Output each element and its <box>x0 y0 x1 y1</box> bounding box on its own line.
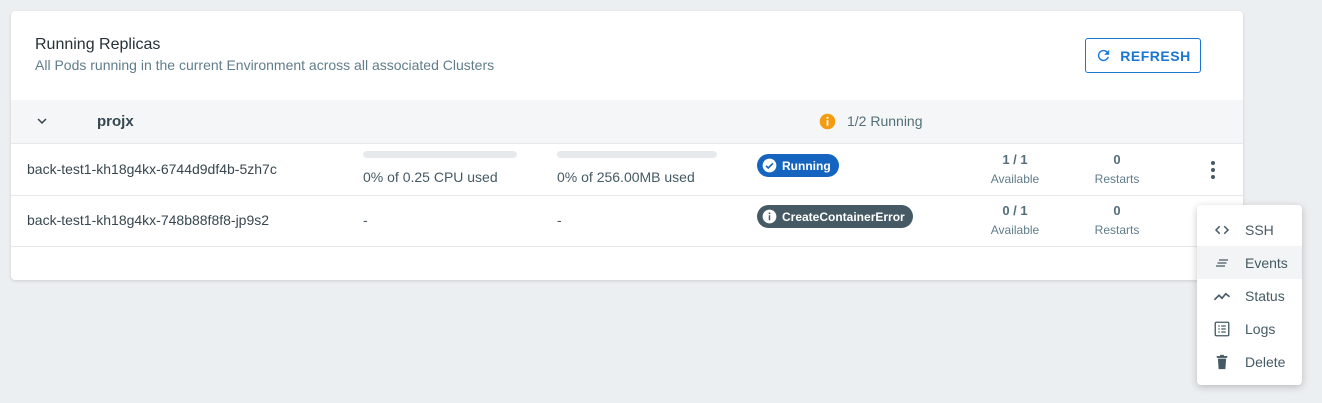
menu-item-events[interactable]: Events <box>1197 246 1302 279</box>
menu-item-label: SSH <box>1245 222 1274 238</box>
available-label: Available <box>990 172 1040 186</box>
trash-icon <box>1216 354 1228 370</box>
code-icon <box>1214 225 1230 235</box>
memory-usage-bar <box>557 151 717 158</box>
info-circle-icon <box>819 113 836 130</box>
refresh-button[interactable]: REFRESH <box>1085 38 1201 73</box>
available-value: 1 / 1 <box>1002 152 1028 167</box>
card-subtitle: All Pods running in the current Environm… <box>35 57 495 73</box>
available-value: 0 / 1 <box>1002 203 1028 218</box>
trend-line-icon <box>1213 292 1231 301</box>
status-badge: CreateContainerError <box>757 205 913 228</box>
menu-item-label: Delete <box>1245 354 1286 370</box>
status-badge-label: CreateContainerError <box>782 209 905 224</box>
cluster-group-row[interactable]: projx 1/2 Running <box>11 100 1243 144</box>
card-title: Running Replicas <box>35 36 161 53</box>
available-label: Available <box>990 223 1040 237</box>
menu-item-logs[interactable]: Logs <box>1197 312 1302 345</box>
more-vert-icon[interactable] <box>1204 160 1222 180</box>
group-status: 1/2 Running <box>847 113 923 129</box>
cpu-usage-text: - <box>363 212 368 228</box>
status-badge-label: Running <box>782 158 831 173</box>
restarts-metric: 0 Restarts <box>1077 203 1157 237</box>
available-metric: 0 / 1 Available <box>975 203 1055 237</box>
restarts-value: 0 <box>1113 203 1121 218</box>
status-badge: Running <box>757 154 839 177</box>
menu-item-ssh[interactable]: SSH <box>1197 213 1302 246</box>
chevron-down-icon[interactable] <box>33 112 51 130</box>
table-row: back-test1-kh18g4kx-6744d9df4b-5zh7c 0% … <box>11 144 1243 196</box>
group-name: projx <box>97 113 134 130</box>
menu-item-status[interactable]: Status <box>1197 279 1302 312</box>
restarts-value: 0 <box>1113 152 1121 167</box>
restarts-label: Restarts <box>1094 172 1140 186</box>
menu-item-label: Events <box>1245 255 1288 271</box>
pod-name: back-test1-kh18g4kx-6744d9df4b-5zh7c <box>27 161 277 177</box>
notes-icon <box>1216 259 1228 267</box>
info-circle-icon <box>762 209 777 224</box>
memory-usage-text: 0% of 256.00MB used <box>557 169 695 185</box>
cpu-usage-bar <box>363 151 517 158</box>
refresh-button-label: REFRESH <box>1120 47 1191 64</box>
cpu-usage-text: 0% of 0.25 CPU used <box>363 169 498 185</box>
check-circle-icon <box>762 158 777 173</box>
pod-name: back-test1-kh18g4kx-748b88f8f8-jp9s2 <box>27 212 270 228</box>
menu-item-label: Status <box>1245 288 1285 304</box>
restarts-label: Restarts <box>1094 223 1140 237</box>
restarts-metric: 0 Restarts <box>1077 152 1157 186</box>
pod-actions-menu: SSH Events Status Logs Delete <box>1197 205 1302 385</box>
refresh-icon <box>1098 49 1110 62</box>
table-row: back-test1-kh18g4kx-748b88f8f8-jp9s2 - -… <box>11 195 1243 247</box>
running-replicas-card: Running Replicas All Pods running in the… <box>11 11 1243 280</box>
menu-item-label: Logs <box>1245 321 1276 337</box>
available-metric: 1 / 1 Available <box>975 152 1055 186</box>
menu-item-delete[interactable]: Delete <box>1197 345 1302 378</box>
memory-usage-text: - <box>557 212 562 228</box>
list-icon <box>1214 321 1230 337</box>
card-header: Running Replicas All Pods running in the… <box>11 11 1243 100</box>
